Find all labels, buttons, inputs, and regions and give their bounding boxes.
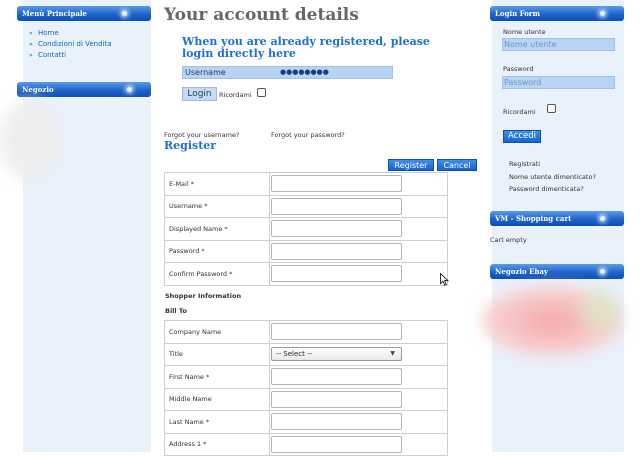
address-1-field[interactable] [271,435,402,453]
username-label: Username [185,68,226,77]
email-field[interactable] [271,175,402,193]
confirm-password-label: Confirm Password * [164,262,270,286]
password-placeholder: Password [504,78,542,87]
register-link[interactable]: Registrati [509,160,540,168]
first-name-field[interactable] [271,368,402,386]
left-sidebar [23,0,151,452]
login-form-header: Login Form [490,6,624,21]
bullet-icon: » [29,30,33,37]
cart-status: Cart empty [490,236,527,244]
shopper-info-label: Shopper Information [165,292,242,300]
table-row: Address 1 * [164,432,448,456]
last-name-label: Last Name * [164,410,270,434]
sparkle-decoration [122,11,127,16]
sparkle-decoration [600,216,605,221]
bill-to-label: Bill To [165,307,187,315]
cart-title: VM - Shopping cart [495,214,572,223]
login-heading: When you are already registered, please … [182,35,430,60]
table-row: Company Name [164,320,448,344]
bullet-icon: » [29,52,33,59]
middle-name-field[interactable] [271,390,402,408]
email-label: E-Mail * [164,172,270,196]
first-name-label: First Name * [164,365,270,389]
table-row: Middle Name [164,387,448,411]
blurred-image [0,100,60,180]
table-row: E-Mail * [164,172,448,196]
username-field[interactable] [271,197,402,215]
login-credentials-bar: Username ●●●●●●●● [182,66,393,79]
username-label: Username * [164,194,270,218]
password-label: Password * [164,239,270,263]
cancel-button[interactable]: Cancel [437,159,477,171]
login-button[interactable]: Login [182,87,217,101]
chevron-down-icon: ▼ [390,350,395,358]
accedi-button[interactable]: Accedi [503,130,541,143]
main-menu-header: Menù Principale [17,6,151,21]
remember-checkbox[interactable] [257,88,266,97]
table-row: Password * [164,239,448,263]
menu-item-conditions[interactable]: Condizioni di Vendita [38,40,112,48]
main-menu-title: Menù Principale [22,9,87,18]
ebay-title: Negozio Ebay [495,267,548,276]
sparkle-decoration [600,269,605,274]
table-row: Confirm Password * [164,262,448,286]
ebay-header: Negozio Ebay [490,264,624,279]
displayed-name-label: Displayed Name * [164,217,270,241]
table-row: First Name * [164,365,448,389]
menu-item-home[interactable]: Home [38,29,59,37]
middle-name-label: Middle Name [164,387,270,411]
forgot-password-link[interactable]: Forgot your password? [271,131,345,139]
forgot-username-link[interactable]: Nome utente dimenticato? [509,173,596,181]
table-row: Username * [164,194,448,218]
page-title: Your account details [164,5,359,25]
forgot-username-link[interactable]: Forgot your username? [164,131,239,139]
password-label: Password [503,65,534,73]
company-name-label: Company Name [164,320,270,344]
password-field[interactable]: ●●●●●●●● [280,68,329,76]
remember-label: Ricordami [503,108,536,116]
remember-checkbox[interactable] [547,104,556,113]
bill-to-table: Company Name Title -- Select -- ▼ First N… [164,320,448,456]
remember-label: Ricordami [219,91,252,99]
displayed-name-field[interactable] [271,220,402,238]
blurred-ebay-image-accent [580,290,620,330]
title-label: Title [164,342,270,366]
bullet-icon: » [29,41,33,48]
table-row: Title -- Select -- ▼ [164,342,448,366]
sparkle-decoration [127,87,132,92]
forgot-password-link[interactable]: Password dimenticata? [509,185,584,193]
table-row: Last Name * [164,410,448,434]
title-select-value: -- Select -- [276,350,313,359]
menu-item-contacts[interactable]: Contatti [38,51,66,59]
username-placeholder: Nome utente [504,40,557,49]
sparkle-decoration [600,11,605,16]
company-name-field[interactable] [271,323,402,341]
mouse-cursor-icon [440,273,449,286]
register-button[interactable]: Register [388,159,434,171]
login-form-title: Login Form [495,9,541,18]
shop-header: Negozio [17,82,151,97]
table-row: Displayed Name * [164,217,448,241]
username-label: Nome utente [503,28,546,36]
confirm-password-field[interactable] [271,265,402,283]
register-heading: Register [164,139,217,152]
account-form-table: E-Mail * Username * Displayed Name * Pas… [164,172,448,286]
password-input[interactable]: Password [502,76,615,89]
address-1-label: Address 1 * [164,432,270,456]
shop-title: Negozio [22,85,54,94]
title-select[interactable]: -- Select -- ▼ [271,347,402,362]
last-name-field[interactable] [271,413,402,431]
password-field[interactable] [271,242,402,260]
cart-header: VM - Shopping cart [490,211,624,226]
username-input[interactable]: Nome utente [502,38,615,51]
